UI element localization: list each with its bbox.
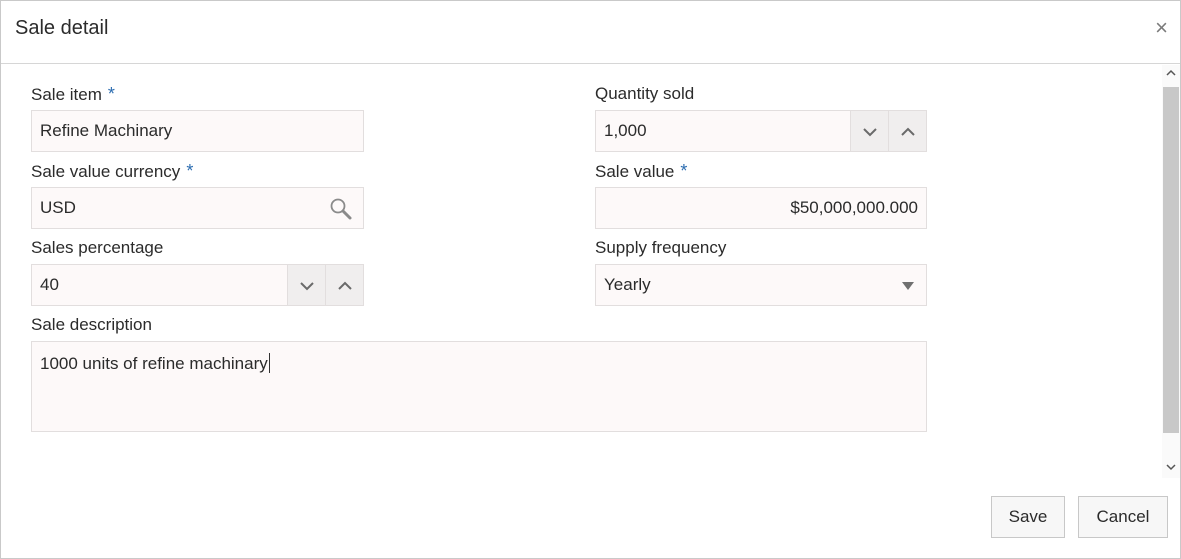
sale-value-currency-value: USD [40, 198, 76, 217]
percentage-increment-button[interactable] [325, 265, 363, 305]
chevron-down-icon [300, 282, 314, 291]
sale-detail-dialog: Sale detail × Sale item * Refine Machinar… [0, 0, 1181, 559]
sale-value-currency-label-text: Sale value currency [31, 162, 181, 181]
save-button[interactable]: Save [991, 496, 1065, 538]
scrollbar-thumb[interactable] [1163, 87, 1179, 433]
search-icon[interactable] [329, 197, 353, 221]
required-marker: * [186, 161, 194, 181]
quantity-sold-value: 1,000 [604, 121, 647, 140]
required-marker: * [107, 84, 115, 104]
scroll-down-icon[interactable] [1166, 461, 1176, 475]
sale-value-label: Sale value * [595, 161, 687, 182]
sale-description-content: 1000 units of refine machinary [40, 353, 270, 374]
quantity-sold-stepper[interactable]: 1,000 [595, 110, 927, 152]
sale-item-input[interactable]: Refine Machinary [31, 110, 364, 152]
sale-description-value: 1000 units of refine machinary [40, 354, 268, 373]
sale-item-label-text: Sale item [31, 85, 102, 104]
required-marker: * [680, 161, 688, 181]
quantity-decrement-button[interactable] [850, 111, 888, 151]
sale-value-input[interactable]: $50,000,000.000 [595, 187, 927, 229]
chevron-up-icon [338, 281, 352, 290]
caret-down-icon[interactable] [902, 282, 914, 290]
quantity-increment-button[interactable] [888, 111, 926, 151]
sales-percentage-label: Sales percentage [31, 238, 164, 257]
supply-frequency-select[interactable]: Yearly [595, 264, 927, 306]
close-icon[interactable]: × [1155, 16, 1168, 40]
sales-percentage-value: 40 [40, 275, 59, 294]
chevron-down-icon [863, 128, 877, 137]
quantity-sold-label: Quantity sold [595, 84, 695, 103]
sale-item-value: Refine Machinary [40, 121, 173, 140]
sale-description-textarea[interactable]: 1000 units of refine machinary [31, 341, 927, 432]
sale-value-label-text: Sale value [595, 162, 675, 181]
cancel-button[interactable]: Cancel [1078, 496, 1168, 538]
supply-frequency-label: Supply frequency [595, 238, 727, 257]
sale-description-label: Sale description [31, 315, 152, 334]
chevron-up-icon [901, 127, 915, 136]
sales-percentage-stepper[interactable]: 40 [31, 264, 364, 306]
sale-item-label: Sale item * [31, 84, 115, 105]
dialog-header: Sale detail × [1, 1, 1180, 64]
supply-frequency-value: Yearly [604, 275, 651, 294]
text-cursor [268, 353, 270, 373]
scrollbar[interactable] [1162, 65, 1180, 478]
percentage-decrement-button[interactable] [287, 265, 325, 305]
sale-value-currency-input[interactable]: USD [31, 187, 364, 229]
scroll-up-icon[interactable] [1166, 67, 1176, 81]
sale-value-currency-label: Sale value currency * [31, 161, 193, 182]
dialog-title: Sale detail [15, 17, 109, 39]
sale-value-amount: $50,000,000.000 [790, 198, 918, 217]
